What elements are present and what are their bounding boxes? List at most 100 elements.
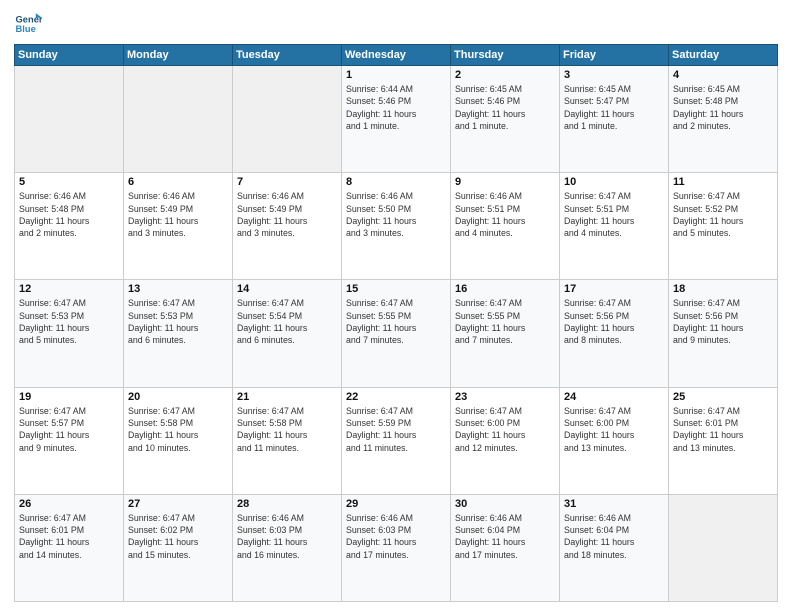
calendar-week-row: 1 Sunrise: 6:44 AM Sunset: 5:46 PM Daylig… [15,66,778,173]
day-info: Sunrise: 6:46 AM Sunset: 5:49 PM Dayligh… [237,190,337,239]
day-info: Sunrise: 6:46 AM Sunset: 5:50 PM Dayligh… [346,190,446,239]
calendar-cell: 14Sunrise: 6:47 AM Sunset: 5:54 PM Dayli… [233,280,342,387]
day-info: Sunrise: 6:47 AM Sunset: 6:02 PM Dayligh… [128,512,228,561]
day-info: Sunrise: 6:45 AM Sunset: 5:47 PM Dayligh… [564,83,664,132]
day-number: 7 [237,176,337,188]
calendar-cell: 31Sunrise: 6:46 AM Sunset: 6:04 PM Dayli… [560,494,669,601]
calendar-cell: 20Sunrise: 6:47 AM Sunset: 5:58 PM Dayli… [124,387,233,494]
day-number: 19 [19,391,119,403]
calendar-cell: 4Sunrise: 6:45 AM Sunset: 5:48 PM Daylig… [669,66,778,173]
calendar-cell: 11 Sunrise: 6:47 AM Sunset: 5:52 PM Dayli… [669,173,778,280]
calendar-cell: 7 Sunrise: 6:46 AM Sunset: 5:49 PM Daylig… [233,173,342,280]
day-number: 17 [564,283,664,295]
page-header: General Blue [14,10,778,38]
day-info: Sunrise: 6:47 AM Sunset: 5:56 PM Dayligh… [673,297,773,346]
day-number: 12 [19,283,119,295]
day-number: 31 [564,498,664,510]
calendar-cell: 12 Sunrise: 6:47 AM Sunset: 5:53 PM Dayli… [15,280,124,387]
day-number: 30 [455,498,555,510]
day-info: Sunrise: 6:47 AM Sunset: 5:51 PM Dayligh… [564,190,664,239]
svg-text:Blue: Blue [16,24,36,34]
calendar-cell: 16 Sunrise: 6:47 AM Sunset: 5:55 PM Dayli… [451,280,560,387]
weekday-header: Tuesday [233,45,342,66]
day-number: 16 [455,283,555,295]
day-info: Sunrise: 6:46 AM Sunset: 5:51 PM Dayligh… [455,190,555,239]
calendar-week-row: 26 Sunrise: 6:47 AM Sunset: 6:01 PM Dayli… [15,494,778,601]
day-number: 26 [19,498,119,510]
calendar-cell: 19 Sunrise: 6:47 AM Sunset: 5:57 PM Dayli… [15,387,124,494]
day-number: 27 [128,498,228,510]
day-info: Sunrise: 6:47 AM Sunset: 5:53 PM Dayligh… [128,297,228,346]
day-number: 28 [237,498,337,510]
calendar-cell: 3 Sunrise: 6:45 AM Sunset: 5:47 PM Daylig… [560,66,669,173]
calendar-cell: 21 Sunrise: 6:47 AM Sunset: 5:58 PM Dayli… [233,387,342,494]
day-info: Sunrise: 6:47 AM Sunset: 6:00 PM Dayligh… [455,405,555,454]
day-number: 15 [346,283,446,295]
day-info: Sunrise: 6:47 AM Sunset: 5:55 PM Dayligh… [346,297,446,346]
day-info: Sunrise: 6:47 AM Sunset: 5:56 PM Dayligh… [564,297,664,346]
day-number: 1 [346,69,446,81]
day-number: 25 [673,391,773,403]
weekday-header: Saturday [669,45,778,66]
weekday-header: Sunday [15,45,124,66]
calendar-table: SundayMondayTuesdayWednesdayThursdayFrid… [14,44,778,602]
day-info: Sunrise: 6:45 AM Sunset: 5:46 PM Dayligh… [455,83,555,132]
calendar-cell: 13 Sunrise: 6:47 AM Sunset: 5:53 PM Dayli… [124,280,233,387]
calendar-cell: 17 Sunrise: 6:47 AM Sunset: 5:56 PM Dayli… [560,280,669,387]
day-number: 24 [564,391,664,403]
day-info: Sunrise: 6:46 AM Sunset: 5:48 PM Dayligh… [19,190,119,239]
calendar-cell [124,66,233,173]
day-number: 3 [564,69,664,81]
calendar-cell: 15 Sunrise: 6:47 AM Sunset: 5:55 PM Dayli… [342,280,451,387]
calendar-cell: 6 Sunrise: 6:46 AM Sunset: 5:49 PM Daylig… [124,173,233,280]
day-number: 22 [346,391,446,403]
day-number: 10 [564,176,664,188]
day-info: Sunrise: 6:47 AM Sunset: 5:58 PM Dayligh… [237,405,337,454]
day-number: 2 [455,69,555,81]
day-info: Sunrise: 6:47 AM Sunset: 6:01 PM Dayligh… [19,512,119,561]
calendar-cell: 18 Sunrise: 6:47 AM Sunset: 5:56 PM Dayli… [669,280,778,387]
day-info: Sunrise: 6:47 AM Sunset: 5:52 PM Dayligh… [673,190,773,239]
day-number: 8 [346,176,446,188]
calendar-header-row: SundayMondayTuesdayWednesdayThursdayFrid… [15,45,778,66]
day-number: 6 [128,176,228,188]
weekday-header: Thursday [451,45,560,66]
calendar-cell: 8 Sunrise: 6:46 AM Sunset: 5:50 PM Daylig… [342,173,451,280]
calendar-cell: 29 Sunrise: 6:46 AM Sunset: 6:03 PM Dayli… [342,494,451,601]
calendar-cell: 2 Sunrise: 6:45 AM Sunset: 5:46 PM Daylig… [451,66,560,173]
calendar-cell [669,494,778,601]
calendar-cell: 1 Sunrise: 6:44 AM Sunset: 5:46 PM Daylig… [342,66,451,173]
day-info: Sunrise: 6:47 AM Sunset: 5:54 PM Dayligh… [237,297,337,346]
day-number: 13 [128,283,228,295]
day-info: Sunrise: 6:46 AM Sunset: 6:04 PM Dayligh… [455,512,555,561]
calendar-cell: 28 Sunrise: 6:46 AM Sunset: 6:03 PM Dayli… [233,494,342,601]
day-number: 5 [19,176,119,188]
day-info: Sunrise: 6:47 AM Sunset: 6:01 PM Dayligh… [673,405,773,454]
day-info: Sunrise: 6:44 AM Sunset: 5:46 PM Dayligh… [346,83,446,132]
calendar-cell: 10 Sunrise: 6:47 AM Sunset: 5:51 PM Dayli… [560,173,669,280]
day-info: Sunrise: 6:46 AM Sunset: 5:49 PM Dayligh… [128,190,228,239]
day-info: Sunrise: 6:47 AM Sunset: 5:58 PM Dayligh… [128,405,228,454]
day-info: Sunrise: 6:46 AM Sunset: 6:03 PM Dayligh… [237,512,337,561]
page: General Blue SundayMondayTuesdayWednesda… [0,0,792,612]
day-info: Sunrise: 6:47 AM Sunset: 5:57 PM Dayligh… [19,405,119,454]
day-info: Sunrise: 6:46 AM Sunset: 6:03 PM Dayligh… [346,512,446,561]
calendar-cell: 30 Sunrise: 6:46 AM Sunset: 6:04 PM Dayli… [451,494,560,601]
day-number: 29 [346,498,446,510]
day-info: Sunrise: 6:47 AM Sunset: 6:00 PM Dayligh… [564,405,664,454]
day-number: 11 [673,176,773,188]
day-number: 21 [237,391,337,403]
calendar-week-row: 12 Sunrise: 6:47 AM Sunset: 5:53 PM Dayli… [15,280,778,387]
weekday-header: Wednesday [342,45,451,66]
day-number: 23 [455,391,555,403]
weekday-header: Monday [124,45,233,66]
day-number: 18 [673,283,773,295]
weekday-header: Friday [560,45,669,66]
calendar-cell: 25 Sunrise: 6:47 AM Sunset: 6:01 PM Dayli… [669,387,778,494]
day-info: Sunrise: 6:47 AM Sunset: 5:55 PM Dayligh… [455,297,555,346]
calendar-cell: 24 Sunrise: 6:47 AM Sunset: 6:00 PM Dayli… [560,387,669,494]
calendar-week-row: 19 Sunrise: 6:47 AM Sunset: 5:57 PM Dayli… [15,387,778,494]
day-info: Sunrise: 6:45 AM Sunset: 5:48 PM Dayligh… [673,83,773,132]
logo: General Blue [14,10,46,38]
day-info: Sunrise: 6:47 AM Sunset: 5:53 PM Dayligh… [19,297,119,346]
